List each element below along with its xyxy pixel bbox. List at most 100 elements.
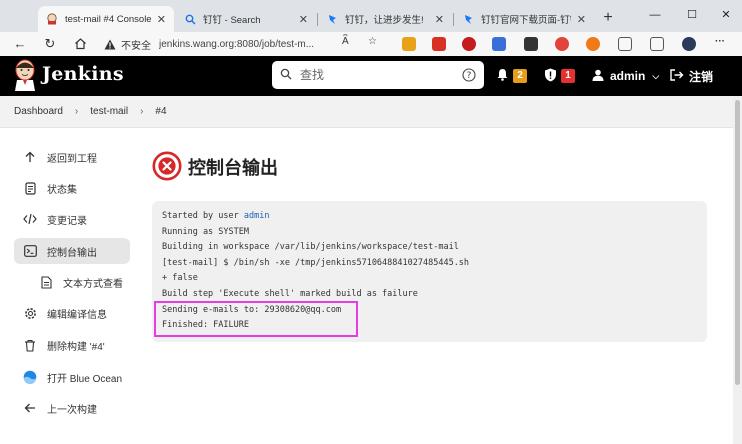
scrollbar-thumb[interactable] xyxy=(735,100,740,385)
arrow-left-icon xyxy=(23,401,37,415)
chevron-right-icon: › xyxy=(140,106,144,117)
profile-avatar-icon[interactable] xyxy=(682,37,696,51)
extension-3-icon[interactable] xyxy=(462,37,476,51)
code-icon xyxy=(23,212,37,226)
jenkins-favicon-icon xyxy=(46,13,58,25)
search-input[interactable] xyxy=(300,68,462,82)
sidebar-item-label: 文本方式查看 xyxy=(63,278,123,290)
maximize-button[interactable]: ☐ xyxy=(678,4,706,26)
extension-5-icon[interactable] xyxy=(524,37,538,51)
failure-status-icon xyxy=(152,151,182,181)
security-button[interactable]: 1 xyxy=(544,56,575,96)
breadcrumb: Dashboard › test-mail › #4 xyxy=(0,96,742,128)
chevron-down-icon: ⌵ xyxy=(652,70,660,81)
annotation-highlight-box xyxy=(154,301,358,337)
collections-icon[interactable] xyxy=(650,37,664,51)
blue-ocean-icon xyxy=(23,370,37,384)
new-tab-button[interactable]: + xyxy=(598,8,618,28)
url-text[interactable]: jenkins.wang.org:8080/job/test-m... xyxy=(159,39,314,50)
dingtalk-favicon-icon xyxy=(462,13,474,25)
tab-title: 钉钉，让进步发生! xyxy=(345,15,424,26)
extension-1-icon[interactable] xyxy=(402,37,416,51)
sidebar-item-label: 删除构建 '#4' xyxy=(47,341,105,353)
sidebar-item-label: 控制台输出 xyxy=(47,247,97,259)
back-icon[interactable]: ← xyxy=(10,34,30,54)
home-icon[interactable] xyxy=(70,34,90,54)
breadcrumb-dashboard[interactable]: Dashboard xyxy=(14,106,63,117)
tab-title: 钉钉 - Search xyxy=(203,15,261,26)
search-box: ? xyxy=(272,61,484,89)
sidebar-item-changes[interactable]: 变更记录 xyxy=(14,206,130,232)
logout-button[interactable]: 注销 xyxy=(670,56,713,96)
extension-2-icon[interactable] xyxy=(432,37,446,51)
console-line: + false xyxy=(162,273,198,284)
sidebar-item-label: 变更记录 xyxy=(47,215,87,227)
extension-4-icon[interactable] xyxy=(492,37,506,51)
sidebar-item-blue-ocean[interactable]: 打开 Blue Ocean xyxy=(14,364,130,390)
sidebar-item-label: 返回到工程 xyxy=(47,153,97,165)
arrow-up-icon xyxy=(23,150,37,164)
sidebar-item-back-to-project[interactable]: 返回到工程 xyxy=(14,144,130,170)
notifications-badge: 2 xyxy=(513,69,527,83)
gear-icon xyxy=(23,306,37,320)
breadcrumb-build[interactable]: #4 xyxy=(155,106,166,117)
search-favicon-icon xyxy=(184,13,196,25)
user-icon xyxy=(592,69,604,84)
console-user-link[interactable]: admin xyxy=(244,211,270,221)
sidebar-item-status[interactable]: 状态集 xyxy=(14,175,130,201)
console-line: Building in workspace /var/lib/jenkins/w… xyxy=(162,242,459,253)
browser-tab-dingtalk-download[interactable]: 钉钉官网下载页面-钉钉， ✕ xyxy=(454,6,594,32)
read-aloud-icon[interactable]: A͆ xyxy=(342,36,349,47)
text-file-icon xyxy=(39,275,53,289)
console-line: Started by user admin xyxy=(162,209,707,225)
refresh-icon[interactable]: ↻ xyxy=(40,34,60,54)
user-name: admin xyxy=(610,69,646,83)
warning-icon xyxy=(104,39,116,50)
close-tab-icon[interactable]: ✕ xyxy=(157,13,166,26)
browser-tab-jenkins[interactable]: test-mail #4 Console [Jenkins] ✕ xyxy=(38,6,174,32)
browser-tab-dingtalk[interactable]: 钉钉，让进步发生! ✕ xyxy=(318,6,452,32)
help-icon[interactable]: ? xyxy=(462,68,476,82)
sidebar-item-label: 打开 Blue Ocean xyxy=(47,373,123,385)
security-badge: 1 xyxy=(561,69,575,83)
bell-icon xyxy=(496,68,509,84)
close-window-button[interactable]: ✕ xyxy=(712,4,740,26)
jenkins-logo-text[interactable]: Jenkins xyxy=(42,63,124,85)
browser-tab-search[interactable]: 钉钉 - Search ✕ xyxy=(176,6,316,32)
sidebar-item-label: 编辑编译信息 xyxy=(47,309,107,321)
tab-title: test-mail #4 Console [Jenkins] xyxy=(65,13,151,25)
close-tab-icon[interactable]: ✕ xyxy=(577,13,586,26)
extensions-puzzle-icon[interactable] xyxy=(618,37,632,51)
console-line: [test-mail] $ /bin/sh -xe /tmp/jenkins57… xyxy=(162,257,470,268)
user-menu[interactable]: admin ⌵ xyxy=(592,56,659,96)
logout-icon xyxy=(670,68,684,84)
console-started-prefix: Started by user xyxy=(162,211,244,221)
browser-menu-icon[interactable]: ··· xyxy=(715,36,725,47)
browser-toolbar: ← ↻ 不安全 jenkins.wang.org:8080/job/test-m… xyxy=(0,32,742,56)
extension-6-icon[interactable] xyxy=(555,37,569,51)
sidebar-item-label: 上一次构建 xyxy=(47,404,97,416)
page-title: 控制台输出 xyxy=(188,158,278,178)
sidebar-item-edit-build-info[interactable]: 编辑编译信息 xyxy=(14,300,130,326)
extension-7-icon[interactable] xyxy=(586,37,600,51)
sidebar-item-view-as-text[interactable]: 文本方式查看 xyxy=(30,269,140,295)
sidebar-item-delete-build[interactable]: 删除构建 '#4' xyxy=(14,332,130,358)
trash-icon xyxy=(23,338,37,352)
sidebar-item-previous-build[interactable]: 上一次构建 xyxy=(14,395,130,421)
minimize-button[interactable]: — xyxy=(641,4,669,26)
console-line: Running as SYSTEM xyxy=(162,226,249,237)
sidebar-item-console-output[interactable]: 控制台输出 xyxy=(14,238,130,264)
notifications-button[interactable]: 2 xyxy=(496,56,527,96)
browser-tab-strip: test-mail #4 Console [Jenkins] ✕ 钉钉 - Se… xyxy=(0,0,742,32)
close-tab-icon[interactable]: ✕ xyxy=(299,13,308,26)
breadcrumb-job[interactable]: test-mail xyxy=(90,106,128,117)
chevron-right-icon: › xyxy=(74,106,79,117)
close-tab-icon[interactable]: ✕ xyxy=(435,13,444,26)
dingtalk-favicon-icon xyxy=(326,13,338,25)
favorite-star-icon[interactable]: ☆ xyxy=(368,36,377,47)
jenkins-logo-icon[interactable] xyxy=(12,59,38,91)
terminal-icon xyxy=(23,244,37,258)
document-icon xyxy=(23,181,37,195)
logout-label: 注销 xyxy=(689,69,714,84)
insecure-label: 不安全 xyxy=(121,40,151,52)
